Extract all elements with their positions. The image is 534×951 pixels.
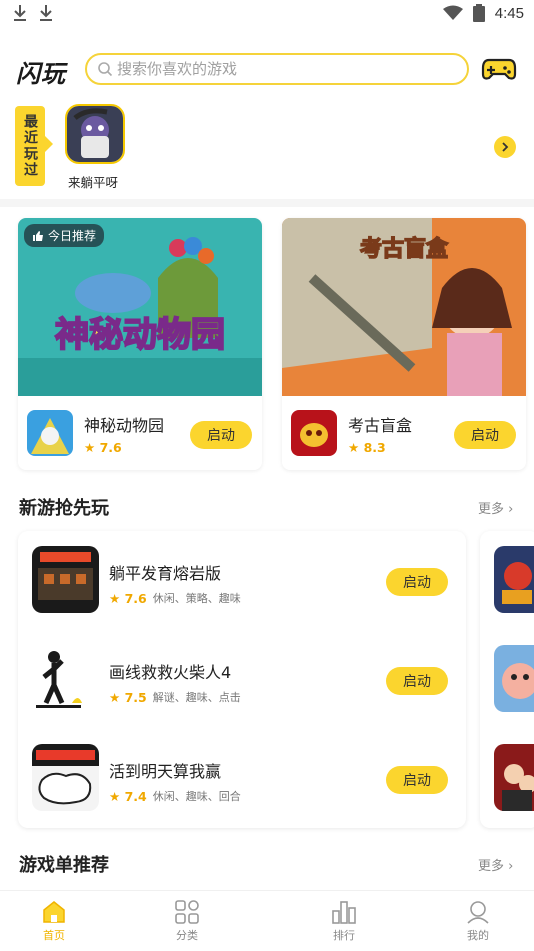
nav-item-ranking[interactable]: 排行 — [314, 899, 374, 943]
profile-icon — [467, 901, 489, 924]
wifi-icon — [442, 5, 463, 20]
battery-icon — [472, 4, 485, 22]
section-title-new-games: 新游抢先玩 — [19, 498, 109, 519]
game-name: 神秘动物园 — [84, 416, 165, 435]
game-icon — [32, 645, 99, 712]
ranking-icon — [332, 901, 356, 924]
more-label: 更多 — [478, 859, 505, 874]
game-name: 考古盲盒 — [348, 416, 413, 435]
game-rating: ★ 7.5 — [109, 689, 147, 705]
home-icon — [43, 901, 65, 923]
game-tags: 休闲、策略、趣味 — [152, 592, 241, 605]
featured-banner[interactable]: 考古盲盒 — [282, 218, 526, 396]
more-link-new-games[interactable]: 更多 › — [478, 498, 513, 517]
featured-banner-title: 考古盲盒 — [360, 236, 449, 262]
game-meta: ★ 7.6 休闲、策略、趣味 — [109, 590, 241, 606]
game-icon — [494, 744, 534, 811]
featured-info: 神秘动物园 ★ 7.6 启动 — [18, 396, 262, 470]
featured-info: 考古盲盒 ★ 8.3 启动 — [282, 396, 526, 470]
nav-label: 排行 — [333, 929, 355, 942]
game-rating: ★ 7.6 — [84, 440, 122, 455]
featured-banner[interactable]: 神秘动物园 今日推荐 — [18, 218, 262, 396]
recent-next-button[interactable] — [494, 136, 516, 158]
status-time: 4:45 — [494, 4, 524, 22]
download-icon — [40, 5, 52, 21]
featured-card[interactable]: 神秘动物园 今日推荐 神秘动物园 ★ 7.6 启动 — [18, 218, 262, 470]
game-meta: ★ 7.5 解谜、趣味、点击 — [109, 689, 241, 705]
chevron-right-icon: › — [504, 859, 514, 874]
rating-value: 8.3 — [363, 440, 386, 455]
grid-icon — [175, 900, 199, 924]
featured-banner-title: 神秘动物园 — [55, 315, 225, 355]
game-icon — [32, 546, 99, 613]
game-icon — [494, 546, 534, 613]
star-icon: ★ — [348, 440, 360, 455]
nav-item-home[interactable]: 首页 — [24, 899, 84, 943]
today-badge-label: 今日推荐 — [48, 229, 97, 243]
new-games-card-next[interactable] — [480, 531, 534, 828]
nav-label: 分类 — [176, 929, 198, 942]
game-name: 画线救救火柴人4 — [109, 663, 232, 682]
game-rating: ★ 8.3 — [348, 440, 386, 455]
nav-label: 我的 — [467, 929, 489, 942]
list-item[interactable]: 躺平发育熔岩版 ★ 7.6 休闲、策略、趣味 启动 — [32, 546, 452, 616]
section-title-playlist: 游戏单推荐 — [19, 855, 109, 876]
more-link-playlist[interactable]: 更多 › — [478, 855, 513, 874]
search-icon — [98, 62, 113, 77]
start-button[interactable]: 启动 — [386, 568, 448, 596]
rating-value: 7.5 — [124, 689, 147, 705]
rating-value: 7.6 — [99, 440, 122, 455]
list-item[interactable]: 活到明天算我赢 ★ 7.4 休闲、趣味、回合 启动 — [32, 744, 452, 814]
star-icon: ★ — [84, 440, 96, 455]
game-icon — [291, 410, 337, 456]
new-games-card: 躺平发育熔岩版 ★ 7.6 休闲、策略、趣味 启动 画线救救火柴人4 ★ 7.5… — [18, 531, 466, 828]
search-bar[interactable] — [85, 53, 469, 85]
today-recommend-badge: 今日推荐 — [24, 224, 105, 247]
search-input[interactable] — [117, 60, 447, 78]
start-button[interactable]: 启动 — [454, 421, 516, 449]
rating-value: 7.4 — [124, 788, 147, 804]
game-rating: ★ 7.6 — [109, 590, 147, 606]
header: 闪玩 — [0, 48, 534, 90]
rating-value: 7.6 — [124, 590, 147, 606]
chevron-right-icon: › — [504, 502, 514, 517]
start-button[interactable]: 启动 — [386, 766, 448, 794]
game-name: 活到明天算我赢 — [109, 762, 222, 781]
game-tags: 解谜、趣味、点击 — [152, 691, 241, 704]
recent-tag: 最近玩过 — [15, 106, 53, 186]
featured-card[interactable]: 考古盲盒 考古盲盒 ★ 8.3 启动 — [282, 218, 526, 470]
nav-item-category[interactable]: 分类 — [157, 899, 217, 943]
game-rating: ★ 7.4 — [109, 788, 147, 804]
thumbs-up-icon — [33, 230, 43, 241]
list-item[interactable]: 画线救救火柴人4 ★ 7.5 解谜、趣味、点击 启动 — [32, 645, 452, 715]
bottom-nav: 首页 分类 排行 我的 — [0, 890, 534, 951]
game-icon — [494, 645, 534, 712]
recently-played: 最近玩过 来躺平呀 — [0, 100, 534, 196]
chevron-right-icon — [502, 142, 509, 152]
game-icon — [65, 104, 125, 164]
recent-game-name: 来躺平呀 — [67, 175, 118, 190]
nav-label: 首页 — [43, 929, 65, 942]
gamepad-icon[interactable] — [481, 54, 517, 84]
game-icon — [32, 744, 99, 811]
download-icon — [14, 5, 26, 21]
game-meta: ★ 7.4 休闲、趣味、回合 — [109, 788, 241, 804]
game-icon — [27, 410, 73, 456]
game-name: 躺平发育熔岩版 — [109, 564, 222, 583]
section-divider — [0, 199, 534, 207]
start-button[interactable]: 启动 — [386, 667, 448, 695]
nav-item-profile[interactable]: 我的 — [448, 899, 508, 943]
game-tags: 休闲、趣味、回合 — [152, 790, 241, 803]
more-label: 更多 — [478, 502, 505, 517]
status-bar: 4:45 — [0, 0, 534, 30]
app-logo[interactable]: 闪玩 — [16, 54, 66, 89]
start-button[interactable]: 启动 — [190, 421, 252, 449]
recent-game-item[interactable]: 来躺平呀 — [64, 104, 126, 191]
